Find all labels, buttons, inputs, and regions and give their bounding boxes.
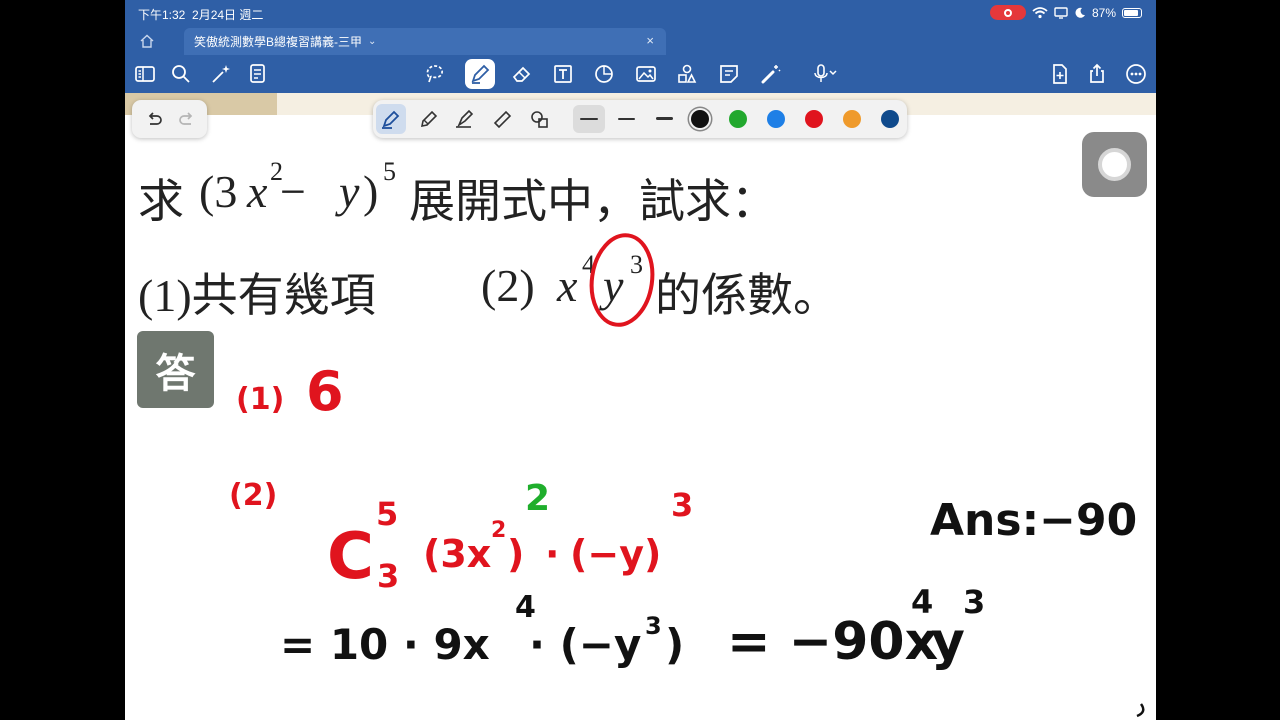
lasso-icon[interactable] xyxy=(423,62,447,86)
ink-dot: · xyxy=(545,532,560,576)
question-part2-x: x xyxy=(557,260,578,311)
ink-final-answer: Ans:−90 xyxy=(930,495,1138,546)
wifi-icon xyxy=(1032,6,1048,18)
document-list-icon[interactable] xyxy=(246,62,270,86)
question-expr-open: (3 xyxy=(199,166,238,217)
microphone-icon[interactable] xyxy=(811,62,851,86)
sticky-note-icon[interactable] xyxy=(717,62,741,86)
highlighter-icon[interactable] xyxy=(491,107,515,131)
search-icon[interactable] xyxy=(169,62,193,86)
ink-c-bottom: 3 xyxy=(377,557,400,595)
ink-line2-mid-exp: 3 xyxy=(645,612,662,640)
brush-pen-icon[interactable] xyxy=(453,107,477,131)
ink-line2-result: = −90x xyxy=(727,612,939,672)
text-box-icon[interactable] xyxy=(551,62,575,86)
fountain-pen-icon[interactable] xyxy=(379,107,403,131)
ink-term1-outer-exp: 2 xyxy=(525,478,551,519)
question-part2-suffix: 的係數。 xyxy=(655,270,839,321)
question-part2-label: (2) xyxy=(481,260,535,311)
stroke-medium-icon[interactable] xyxy=(618,118,635,120)
ink-line2-result-xexp: 4 xyxy=(911,583,934,621)
app-toolbar: 下午1:32 2月24日 週二 87% 笑傲統測數學B總複習講義-三甲 ⌄ × xyxy=(125,0,1156,93)
ink-p1-value: 6 xyxy=(306,360,344,423)
chevron-down-icon[interactable]: ⌄ xyxy=(368,36,376,47)
pen-options-toolbar xyxy=(373,100,907,138)
stop-record-icon xyxy=(1098,148,1131,181)
ink-line2-close: ) xyxy=(665,620,685,669)
status-time: 下午1:32 2月24日 週二 xyxy=(138,8,264,22)
color-swatch-orange[interactable] xyxy=(843,110,861,128)
battery-icon xyxy=(1122,7,1142,18)
question-line1-prefix: 求 xyxy=(138,176,184,227)
tab-bar: 笑傲統測數學B總複習講義-三甲 ⌄ × xyxy=(125,28,1156,55)
color-swatch-navy[interactable] xyxy=(881,110,899,128)
close-tab-icon[interactable]: × xyxy=(646,33,654,48)
ink-p1-label: (1) xyxy=(236,382,285,417)
eraser-icon[interactable] xyxy=(510,62,534,86)
question-expr-close: ) xyxy=(363,166,379,217)
color-swatch-red[interactable] xyxy=(805,110,823,128)
screen-mirroring-icon xyxy=(1054,6,1068,19)
add-page-icon[interactable] xyxy=(1048,62,1072,86)
elements-icon[interactable] xyxy=(675,62,699,86)
more-icon[interactable] xyxy=(1124,62,1148,86)
ipad-screen: 下午1:32 2月24日 週二 87% 笑傲統測數學B總複習講義-三甲 ⌄ × xyxy=(125,0,1156,720)
sidebar-icon[interactable] xyxy=(133,62,157,86)
ball-pen-icon[interactable] xyxy=(417,107,441,131)
redo-icon[interactable] xyxy=(177,109,197,129)
question-expr-x: x xyxy=(247,166,268,217)
question-exp-outer: 5 xyxy=(383,157,396,186)
ink-c-top: 5 xyxy=(376,495,399,533)
ink-stray-mark xyxy=(1136,703,1145,718)
answer-badge: 答 xyxy=(137,331,214,408)
home-icon[interactable] xyxy=(139,33,155,49)
ink-line2-result-y: y xyxy=(931,612,965,672)
question-part2-yexp: 3 xyxy=(630,250,643,279)
ink-term2: (−y) xyxy=(570,532,662,576)
image-icon[interactable] xyxy=(634,62,658,86)
ink-term1: (3x xyxy=(423,532,492,576)
ink-p2-label: (2) xyxy=(229,478,278,513)
magic-icon[interactable] xyxy=(209,62,233,86)
ink-term2-exp: 3 xyxy=(671,486,694,524)
question-part2-y: y xyxy=(603,260,624,311)
question-line1-suffix: 展開式中，試求： xyxy=(409,176,777,227)
ink-term1-inner-exp: 2 xyxy=(491,518,507,543)
document-tab-title: 笑傲統測數學B總複習講義-三甲 xyxy=(194,35,363,49)
ink-line2-result-yexp: 3 xyxy=(963,583,986,621)
laser-pointer-icon[interactable] xyxy=(759,62,783,86)
pen-icon[interactable] xyxy=(468,62,492,86)
stroke-thin-icon[interactable] xyxy=(580,118,598,120)
moon-icon xyxy=(1075,7,1085,18)
ink-line2-mid: · (−y xyxy=(529,620,642,669)
color-swatch-blue[interactable] xyxy=(767,110,785,128)
battery-percent: 87% xyxy=(1091,5,1116,20)
question-part2-xexp: 4 xyxy=(582,250,595,279)
ink-c-letter: C xyxy=(327,520,374,594)
color-swatch-green[interactable] xyxy=(729,110,747,128)
color-swatch-black[interactable] xyxy=(691,110,709,128)
ink-line2: = 10 · 9x xyxy=(280,620,490,669)
question-part1: (1)共有幾項 xyxy=(138,270,376,321)
status-indicators: 87% xyxy=(989,5,1142,20)
question-expr-minus: − xyxy=(280,166,306,217)
shapes-icon[interactable] xyxy=(592,62,616,86)
record-icon xyxy=(1003,8,1012,17)
undo-redo-group xyxy=(132,100,207,138)
shape-pen-icon[interactable] xyxy=(528,107,552,131)
recording-control[interactable] xyxy=(1082,132,1147,197)
undo-icon[interactable] xyxy=(144,109,164,129)
tool-row xyxy=(125,56,1156,93)
share-icon[interactable] xyxy=(1085,62,1109,86)
screen-recording-indicator[interactable] xyxy=(989,5,1026,20)
stroke-thick-icon[interactable] xyxy=(656,117,673,120)
ink-term1-close: ) xyxy=(507,532,525,576)
question-expr-y: y xyxy=(339,166,360,217)
document-tab[interactable]: 笑傲統測數學B總複習講義-三甲 ⌄ × xyxy=(184,28,666,55)
